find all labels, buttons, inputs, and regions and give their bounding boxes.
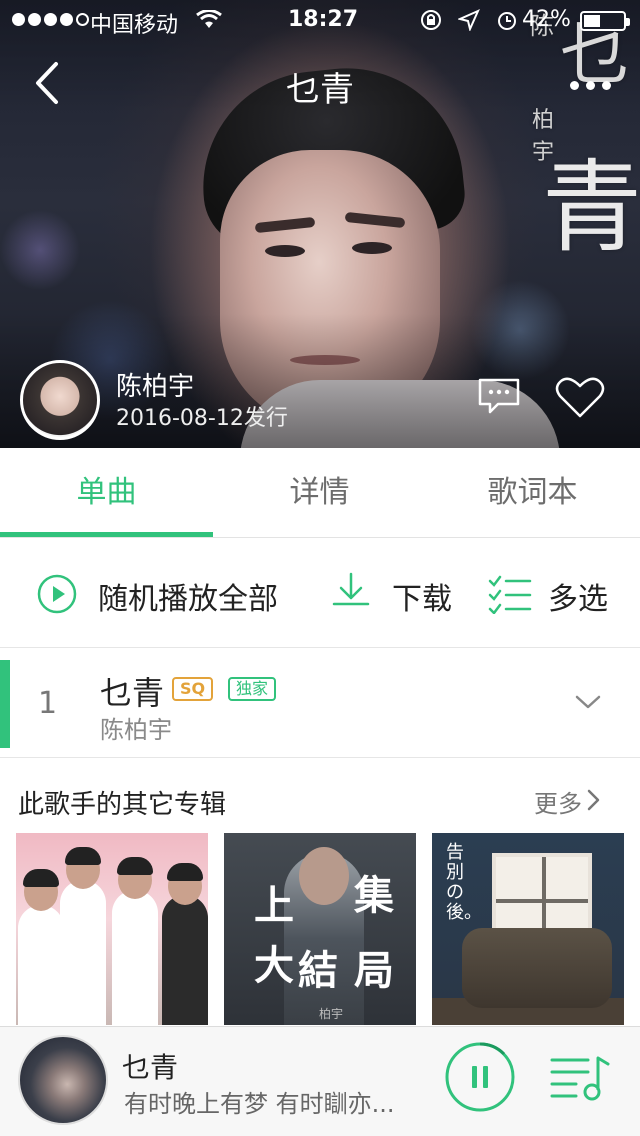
artist-avatar[interactable]	[20, 360, 100, 440]
active-tab-indicator	[0, 532, 213, 537]
album-card[interactable]: 上 集 大 結 局 柏宇	[224, 833, 416, 1025]
wifi-icon	[196, 10, 222, 28]
playlist-icon[interactable]	[548, 1054, 612, 1104]
player-lyric: 有时晚上有梦 有时瞓亦...	[124, 1090, 395, 1118]
play-circle-icon[interactable]	[37, 574, 77, 614]
player-song-title[interactable]: 乜青	[122, 1046, 178, 1086]
location-icon	[458, 9, 480, 31]
rotation-lock-icon	[421, 10, 441, 30]
action-bar	[0, 538, 640, 648]
signal-strength	[12, 13, 89, 26]
track-title[interactable]: 乜青	[100, 668, 164, 714]
chevron-right-icon[interactable]	[586, 788, 602, 812]
player-cover-art[interactable]	[18, 1035, 108, 1125]
section-title: 此歌手的其它专辑	[18, 790, 227, 820]
multi-select-icon[interactable]	[488, 574, 532, 614]
status-bar: 中国移动 18:27 42%	[0, 0, 640, 40]
chevron-down-icon[interactable]	[574, 692, 602, 712]
download-icon[interactable]	[330, 570, 372, 616]
carrier-name: 中国移动	[90, 13, 179, 38]
battery-fill	[584, 15, 600, 27]
more-dots-icon[interactable]	[562, 70, 618, 100]
pause-icon[interactable]	[444, 1041, 516, 1113]
sq-badge: SQ	[172, 677, 214, 701]
album-card[interactable]	[16, 833, 208, 1025]
play-all-button[interactable]: 随机播放全部	[98, 574, 278, 618]
tab-lyrics-book[interactable]: 歌词本	[426, 448, 639, 538]
comment-icon[interactable]	[476, 376, 522, 416]
heart-icon[interactable]	[554, 374, 606, 420]
track-artist: 陈柏宇	[100, 716, 172, 744]
now-playing-indicator	[0, 660, 10, 748]
alarm-icon	[498, 12, 516, 30]
page-title: 乜青	[286, 70, 354, 110]
exclusive-badge: 独家	[228, 677, 277, 701]
multi-select-button[interactable]: 多选	[548, 574, 608, 618]
track-number: 1	[38, 686, 58, 721]
battery-percent: 42%	[522, 7, 571, 32]
more-link[interactable]: 更多	[534, 784, 582, 819]
download-button[interactable]: 下载	[392, 574, 452, 618]
clock: 18:27	[288, 7, 359, 32]
tab-details[interactable]: 详情	[213, 448, 426, 538]
battery-icon	[580, 11, 630, 31]
tab-bar: 单曲 详情 歌词本	[0, 448, 640, 538]
release-date: 2016-08-12发行	[116, 406, 288, 431]
artist-name[interactable]: 陈柏宇	[116, 366, 194, 403]
album-card[interactable]: 告別の後。	[432, 833, 624, 1025]
tab-singles[interactable]: 单曲	[0, 448, 213, 538]
track-row[interactable]	[0, 650, 640, 758]
